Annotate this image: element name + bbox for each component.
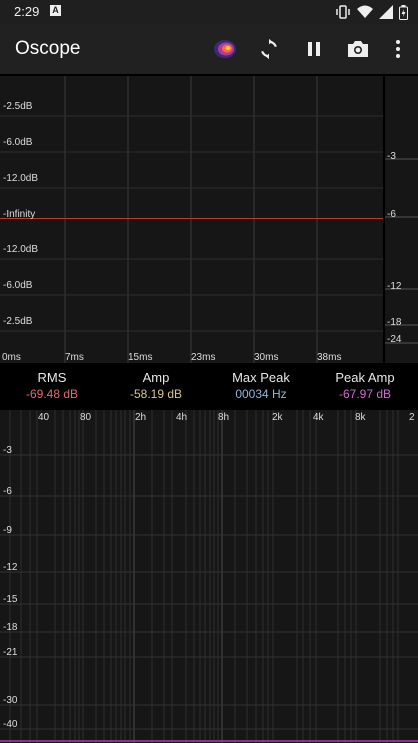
app-title: Oscope [15, 38, 81, 59]
scope-level-label: -2.5dB [3, 316, 33, 327]
db-axis-label: -3 [3, 445, 12, 456]
db-axis-label: -40 [3, 719, 18, 730]
spectrum-grid [0, 410, 418, 743]
scope-level-label: -12.0dB [3, 244, 39, 255]
time-axis-label: 15ms [128, 352, 153, 363]
camera-icon [348, 41, 368, 57]
meter-label: -24 [387, 334, 402, 345]
level-meter: -3 -6 -12 -18 -24 [385, 76, 418, 363]
freq-axis-label: 40 [38, 412, 50, 423]
scope-level-label: -2.5dB [3, 101, 33, 112]
db-axis-label: -30 [3, 695, 18, 706]
peak-amp-label: Peak Amp [335, 370, 395, 385]
refresh-icon [261, 38, 277, 60]
scope-level-label: -6.0dB [3, 280, 33, 291]
time-axis-label: 0ms [2, 352, 21, 363]
time-axis-label: 7ms [65, 352, 84, 363]
peak-amp-stat: Peak Amp -67.97 dB [313, 370, 417, 401]
max-peak-stat: Max Peak 00034 Hz [209, 370, 313, 401]
freq-axis-label: 8k [355, 412, 366, 423]
notification-icon: A [50, 5, 61, 16]
refresh-button[interactable] [256, 36, 282, 62]
freq-axis-label: 80 [80, 412, 92, 423]
vibrate-icon [336, 5, 350, 19]
color-theme-icon [214, 40, 236, 58]
wifi-icon [357, 5, 373, 18]
amp-value: -58.19 dB [129, 387, 183, 401]
screenshot-button[interactable] [345, 36, 371, 62]
db-axis-label: -6 [3, 486, 12, 497]
scope-level-label: -12.0dB [3, 173, 39, 184]
db-axis-label: -15 [3, 594, 18, 605]
peak-amp-value: -67.97 dB [338, 387, 392, 401]
freq-axis-label: 4k [313, 412, 324, 423]
meter-label: -12 [387, 281, 402, 292]
db-axis-label: -9 [3, 525, 12, 536]
rms-label: RMS [37, 370, 67, 385]
app-bar: Oscope [0, 24, 418, 74]
color-theme-button[interactable] [212, 36, 238, 62]
meter-label: -18 [387, 317, 402, 328]
status-bar: 2:29 A [0, 0, 418, 24]
more-vert-icon [396, 40, 400, 58]
time-axis-label: 38ms [317, 352, 342, 363]
max-peak-value: 00034 Hz [235, 387, 287, 401]
time-axis-label: 23ms [191, 352, 216, 363]
meter-label: -3 [387, 151, 396, 162]
oscilloscope-grid [0, 76, 383, 363]
db-axis-label: -21 [3, 647, 18, 658]
battery-icon [399, 4, 408, 20]
rms-value: -69.48 dB [25, 387, 79, 401]
oscilloscope-plot[interactable]: -2.5dB -6.0dB -12.0dB -Infinity -12.0dB … [0, 76, 383, 363]
db-axis-label: -18 [3, 622, 18, 633]
freq-axis-label: 2 [409, 412, 415, 423]
meter-label: -6 [387, 209, 396, 220]
pause-button[interactable] [301, 36, 327, 62]
amp-stat: Amp -58.19 dB [104, 370, 208, 401]
max-peak-label: Max Peak [232, 370, 290, 385]
stats-row: RMS -69.48 dB Amp -58.19 dB Max Peak 000… [0, 366, 418, 408]
freq-axis-label: 8h [218, 412, 230, 423]
status-icons [335, 4, 408, 20]
scope-level-label: -Infinity [3, 209, 36, 220]
time-axis-label: 30ms [254, 352, 279, 363]
status-time: 2:29 [14, 4, 40, 19]
amp-label: Amp [142, 370, 170, 385]
freq-axis-label: 2h [135, 412, 147, 423]
rms-stat: RMS -69.48 dB [0, 370, 104, 401]
db-axis-label: -12 [3, 562, 18, 573]
cell-signal-icon [379, 5, 393, 19]
scope-level-label: -6.0dB [3, 137, 33, 148]
freq-axis-label: 4h [176, 412, 188, 423]
freq-axis-label: 2k [272, 412, 283, 423]
pause-icon [308, 42, 320, 56]
overflow-menu-button[interactable] [385, 36, 411, 62]
spectrum-plot[interactable]: 40 80 2h 4h 8h 2k 4k 8k 2 -3 -6 -9 -12 -… [0, 410, 418, 743]
